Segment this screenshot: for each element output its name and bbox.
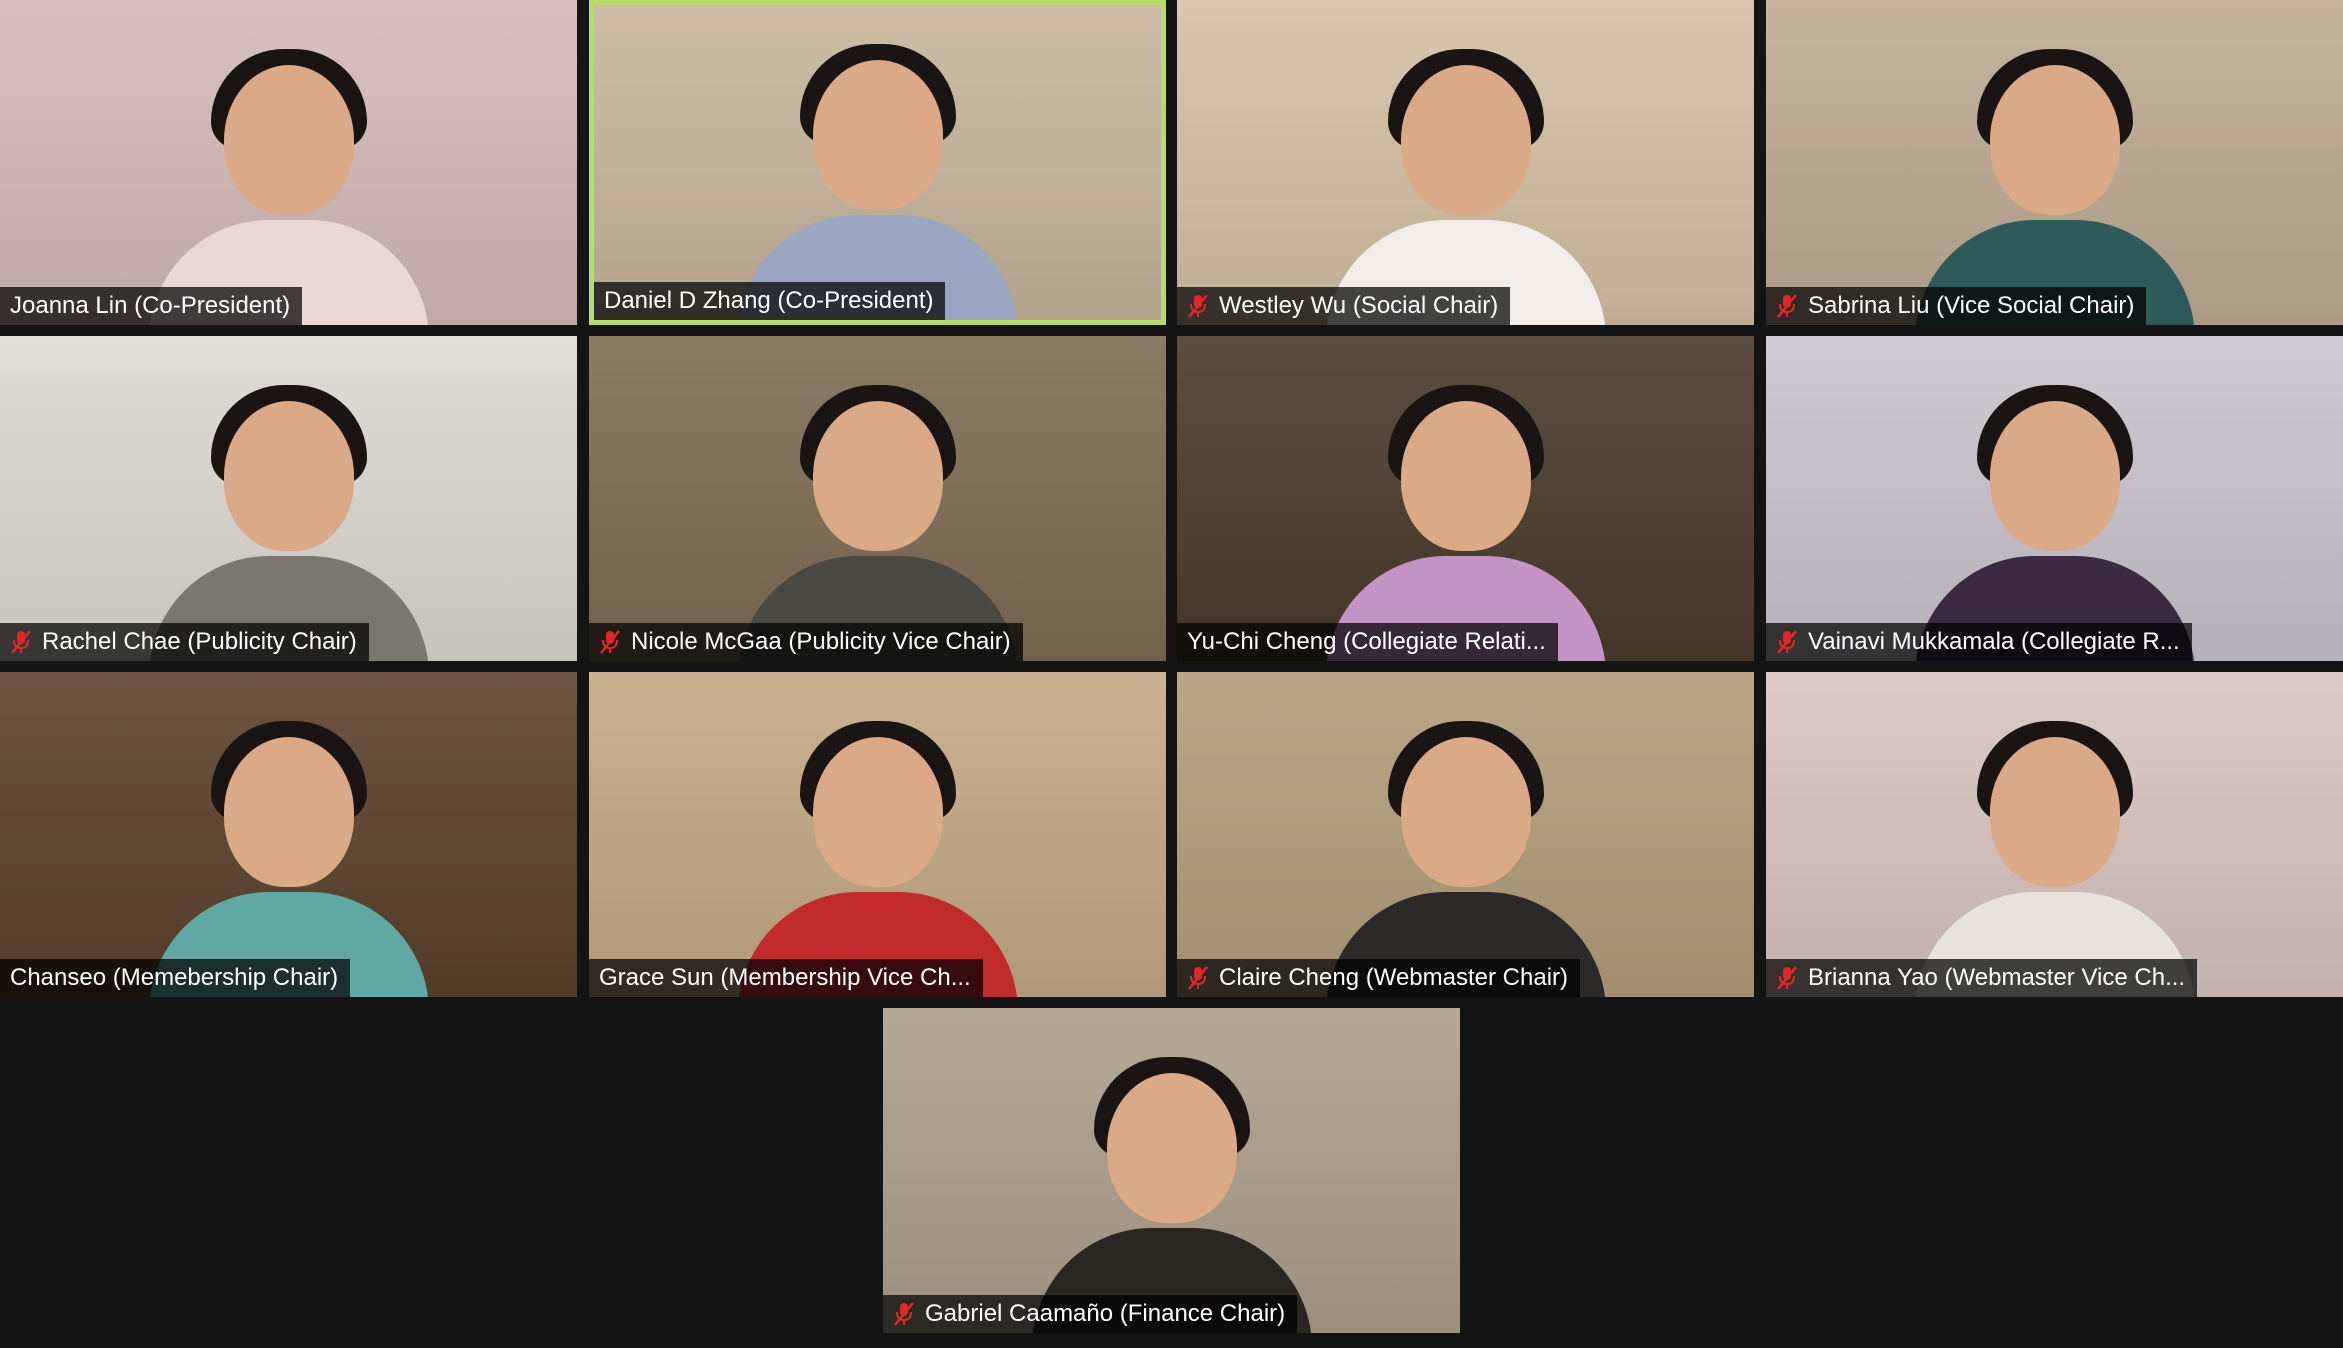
participant-video-silhouette [139, 717, 439, 997]
participant-video-silhouette [728, 717, 1028, 997]
participant-name-tag: Chanseo (Memebership Chair) [0, 959, 351, 997]
participant-name: Sabrina Liu (Vice Social Chair) [1808, 292, 2135, 319]
participant-tile[interactable]: Joanna Lin (Co-President) [0, 0, 577, 325]
participant-name: Daniel D Zhang (Co-President) [604, 287, 934, 314]
participant-tile[interactable]: Vainavi Mukkamala (Collegiate R... [1766, 336, 2343, 661]
participant-name-tag: Yu-Chi Cheng (Collegiate Relati... [1177, 623, 1558, 661]
participant-name: Chanseo (Memebership Chair) [10, 964, 339, 991]
mic-muted-icon [600, 630, 620, 654]
participant-name-tag: Grace Sun (Membership Vice Ch... [589, 959, 983, 997]
participant-name-tag: Sabrina Liu (Vice Social Chair) [1766, 287, 2147, 325]
participant-video-silhouette [1905, 381, 2205, 661]
participant-tile[interactable]: Chanseo (Memebership Chair) [0, 672, 577, 997]
participant-tile[interactable]: Claire Cheng (Webmaster Chair) [1177, 672, 1754, 997]
participant-video-silhouette [728, 381, 1028, 661]
mic-muted-icon [1777, 630, 1797, 654]
participant-tile[interactable]: Brianna Yao (Webmaster Vice Ch... [1766, 672, 2343, 997]
participant-tile[interactable]: Daniel D Zhang (Co-President) [589, 0, 1166, 325]
participant-name: Rachel Chae (Publicity Chair) [42, 628, 357, 655]
participant-name-tag: Vainavi Mukkamala (Collegiate R... [1766, 623, 2192, 661]
video-gallery: Joanna Lin (Co-President) Daniel D Zhang … [0, 0, 2343, 1348]
participant-name-tag: Claire Cheng (Webmaster Chair) [1177, 959, 1581, 997]
participant-tile[interactable]: Westley Wu (Social Chair) [1177, 0, 1754, 325]
participant-tile[interactable]: Rachel Chae (Publicity Chair) [0, 336, 577, 661]
participant-tile[interactable]: Gabriel Caamaño (Finance Chair) [883, 1008, 1460, 1333]
participant-video-silhouette [1905, 717, 2205, 997]
participant-video-silhouette [139, 381, 439, 661]
participant-tile[interactable]: Yu-Chi Cheng (Collegiate Relati... [1177, 336, 1754, 661]
participant-tile[interactable]: Nicole McGaa (Publicity Vice Chair) [589, 336, 1166, 661]
participant-name: Gabriel Caamaño (Finance Chair) [925, 1300, 1286, 1327]
participant-name: Westley Wu (Social Chair) [1219, 292, 1499, 319]
participant-name: Vainavi Mukkamala (Collegiate R... [1808, 628, 2180, 655]
mic-muted-icon [1777, 294, 1797, 318]
mic-muted-icon [1188, 294, 1208, 318]
participant-name: Nicole McGaa (Publicity Vice Chair) [631, 628, 1011, 655]
participant-video-silhouette [1022, 1053, 1322, 1333]
participant-name-tag: Gabriel Caamaño (Finance Chair) [883, 1295, 1298, 1333]
mic-muted-icon [1188, 966, 1208, 990]
participant-name-tag: Daniel D Zhang (Co-President) [594, 282, 946, 320]
participant-name-tag: Brianna Yao (Webmaster Vice Ch... [1766, 959, 2198, 997]
participant-name: Yu-Chi Cheng (Collegiate Relati... [1187, 628, 1546, 655]
participant-video-silhouette [1316, 717, 1616, 997]
participant-name: Grace Sun (Membership Vice Ch... [599, 964, 971, 991]
mic-muted-icon [11, 630, 31, 654]
participant-name: Joanna Lin (Co-President) [10, 292, 291, 319]
participant-video-silhouette [139, 45, 439, 325]
participant-tile[interactable]: Sabrina Liu (Vice Social Chair) [1766, 0, 2343, 325]
participant-video-silhouette [1316, 381, 1616, 661]
participant-tile[interactable]: Grace Sun (Membership Vice Ch... [589, 672, 1166, 997]
participant-name: Brianna Yao (Webmaster Vice Ch... [1808, 964, 2186, 991]
participant-name: Claire Cheng (Webmaster Chair) [1219, 964, 1569, 991]
participant-name-tag: Joanna Lin (Co-President) [0, 287, 303, 325]
participant-name-tag: Rachel Chae (Publicity Chair) [0, 623, 369, 661]
participant-name-tag: Westley Wu (Social Chair) [1177, 287, 1511, 325]
participant-name-tag: Nicole McGaa (Publicity Vice Chair) [589, 623, 1023, 661]
participant-video-silhouette [1316, 45, 1616, 325]
mic-muted-icon [1777, 966, 1797, 990]
mic-muted-icon [894, 1302, 914, 1326]
participant-video-silhouette [1905, 45, 2205, 325]
